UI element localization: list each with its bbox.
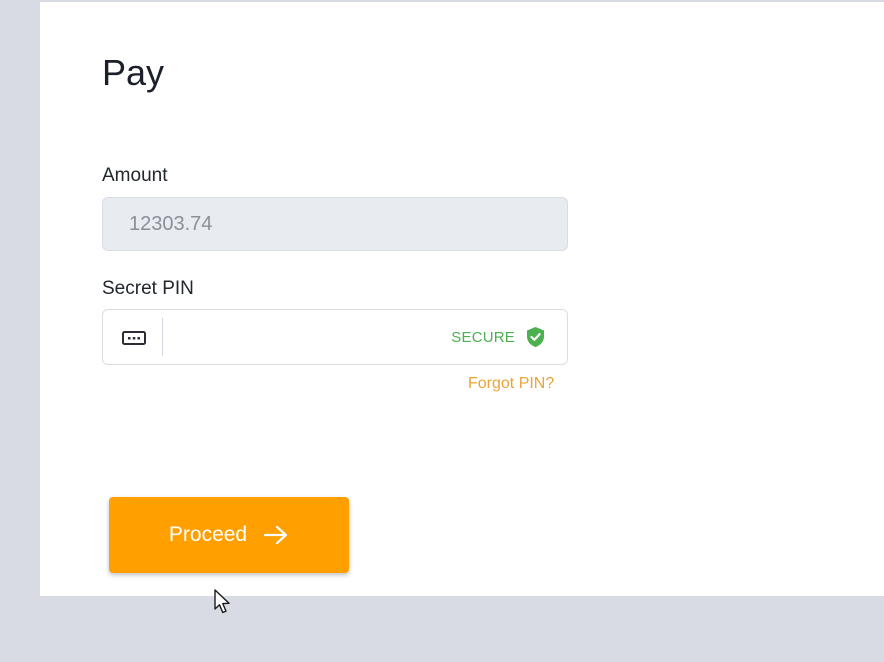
amount-label: Amount <box>102 165 168 186</box>
shield-check-icon <box>527 327 544 347</box>
pin-input[interactable] <box>173 318 437 358</box>
keyboard-dots-icon <box>122 331 146 345</box>
mouse-pointer-icon <box>214 589 230 614</box>
forgot-pin-link[interactable]: Forgot PIN? <box>468 375 554 393</box>
payment-card: Pay Amount Secret PIN SECURE Forgot PIN?… <box>40 2 884 596</box>
proceed-button[interactable]: Proceed <box>109 497 349 573</box>
pin-field-divider <box>162 318 163 356</box>
proceed-button-label: Proceed <box>168 523 248 546</box>
pin-label: Secret PIN <box>102 278 194 299</box>
secure-badge: SECURE <box>451 329 515 346</box>
page-title: Pay <box>102 52 165 93</box>
pin-field[interactable]: SECURE <box>102 309 568 365</box>
arrow-right-icon <box>264 525 288 545</box>
amount-field[interactable] <box>102 197 568 251</box>
